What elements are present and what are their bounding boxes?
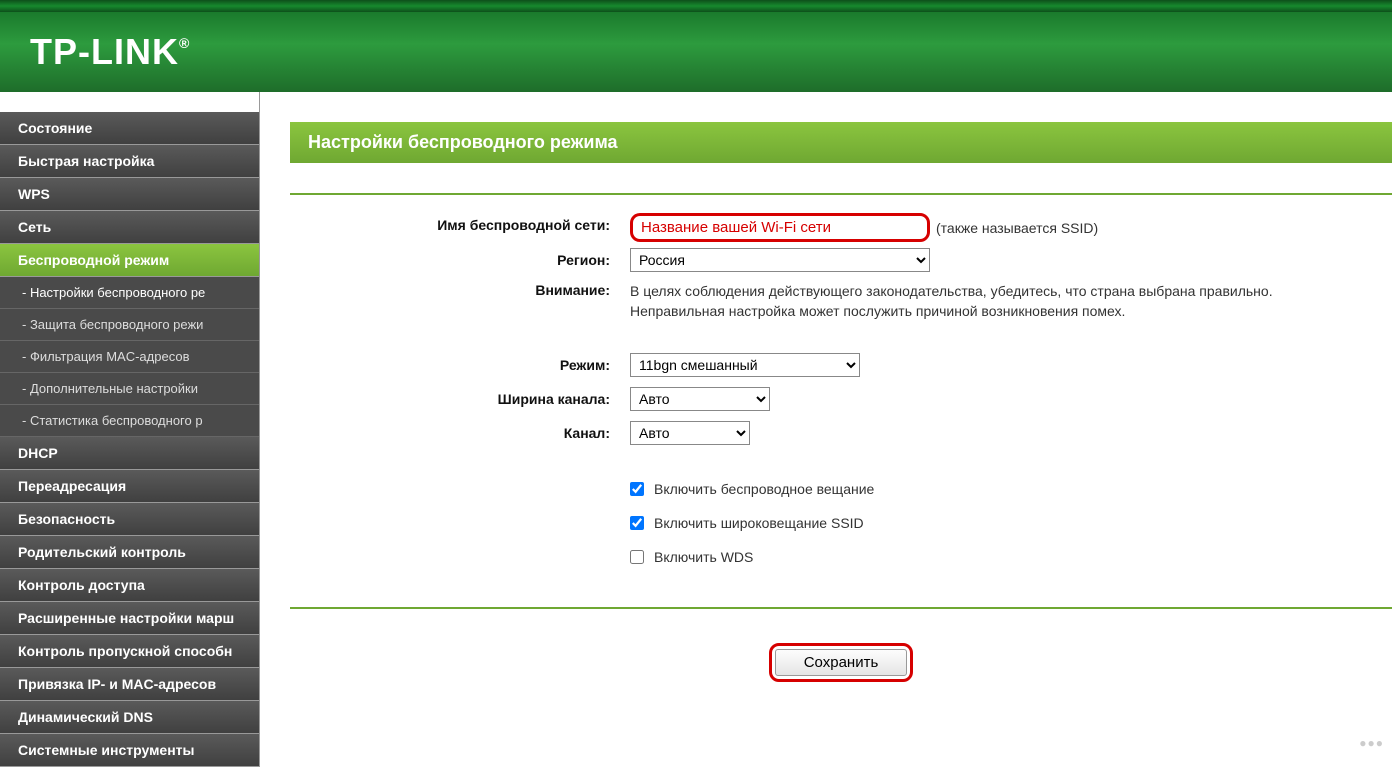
sidebar-item-access-control[interactable]: Контроль доступа — [0, 569, 259, 602]
sidebar-item-label: Безопасность — [18, 511, 115, 527]
sidebar-item-dhcp[interactable]: DHCP — [0, 437, 259, 470]
sidebar-item-wireless[interactable]: Беспроводной режим — [0, 244, 259, 277]
sidebar-item-label: Контроль доступа — [18, 577, 145, 593]
sidebar-item-label: DHCP — [18, 445, 58, 461]
top-accent-bar — [0, 0, 1392, 12]
sidebar-item-parental[interactable]: Родительский контроль — [0, 536, 259, 569]
sidebar-item-label: Быстрая настройка — [18, 153, 154, 169]
ssid-hint: (также называется SSID) — [936, 220, 1098, 236]
save-button-label: Сохранить — [804, 654, 879, 671]
sidebar-item-label: Беспроводной режим — [18, 252, 169, 268]
sidebar-sub-wireless-security[interactable]: - Защита беспроводного режи — [0, 309, 259, 341]
channel-width-select[interactable]: Авто — [630, 387, 770, 411]
sidebar-sub-mac-filter[interactable]: - Фильтрация MAC-адресов — [0, 341, 259, 373]
sidebar-item-label: Расширенные настройки марш — [18, 610, 234, 626]
sidebar: Состояние Быстрая настройка WPS Сеть Бес… — [0, 92, 260, 767]
warning-text: В целях соблюдения действующего законода… — [630, 282, 1310, 321]
sidebar-item-label: Переадресация — [18, 478, 126, 494]
sidebar-item-ddns[interactable]: Динамический DNS — [0, 701, 259, 734]
mode-label: Режим: — [290, 353, 630, 373]
warning-label: Внимание: — [290, 282, 630, 298]
content: Настройки беспроводного режима Имя беспр… — [260, 92, 1392, 767]
sidebar-item-label: Динамический DNS — [18, 709, 153, 725]
sidebar-sub-wireless-settings[interactable]: - Настройки беспроводного ре — [0, 277, 259, 309]
channel-select[interactable]: Авто — [630, 421, 750, 445]
sidebar-item-label: Привязка IP- и MAC-адресов — [18, 676, 216, 692]
sidebar-item-label: Системные инструменты — [18, 742, 195, 758]
sidebar-item-label: - Статистика беспроводного р — [22, 413, 203, 428]
ssid-broadcast-checkbox[interactable] — [630, 516, 644, 530]
wds-label: Включить WDS — [654, 549, 753, 565]
sidebar-item-label: - Фильтрация MAC-адресов — [22, 349, 189, 364]
sidebar-item-label: - Настройки беспроводного ре — [22, 285, 205, 300]
sidebar-item-status[interactable]: Состояние — [0, 112, 259, 145]
sidebar-item-label: Сеть — [18, 219, 51, 235]
wds-checkbox[interactable] — [630, 550, 644, 564]
brand-mark: ® — [179, 35, 190, 51]
brand-logo: TP-LINK® — [30, 31, 190, 73]
sidebar-item-label: WPS — [18, 186, 50, 202]
sidebar-item-ip-mac-binding[interactable]: Привязка IP- и MAC-адресов — [0, 668, 259, 701]
sidebar-item-label: Контроль пропускной способн — [18, 643, 232, 659]
save-button[interactable]: Сохранить — [775, 649, 908, 676]
region-label: Регион: — [290, 248, 630, 268]
channel-label: Канал: — [290, 421, 630, 441]
save-highlight: Сохранить — [769, 643, 914, 682]
sidebar-item-security[interactable]: Безопасность — [0, 503, 259, 536]
ssid-label: Имя беспроводной сети: — [290, 213, 630, 233]
header: TP-LINK® — [0, 12, 1392, 92]
region-select[interactable]: Россия — [630, 248, 930, 272]
sidebar-item-forwarding[interactable]: Переадресация — [0, 470, 259, 503]
sidebar-item-system-tools[interactable]: Системные инструменты — [0, 734, 259, 767]
sidebar-item-label: - Дополнительные настройки — [22, 381, 198, 396]
brand-text: TP-LINK — [30, 31, 179, 72]
width-label: Ширина канала: — [290, 387, 630, 407]
sidebar-spacer — [0, 92, 259, 112]
ssid-input[interactable] — [630, 213, 930, 242]
mode-select[interactable]: 11bgn смешанный — [630, 353, 860, 377]
sidebar-item-quicksetup[interactable]: Быстрая настройка — [0, 145, 259, 178]
sidebar-item-network[interactable]: Сеть — [0, 211, 259, 244]
sidebar-item-wps[interactable]: WPS — [0, 178, 259, 211]
broadcast-label: Включить беспроводное вещание — [654, 481, 874, 497]
sidebar-item-bandwidth[interactable]: Контроль пропускной способн — [0, 635, 259, 668]
sidebar-sub-advanced[interactable]: - Дополнительные настройки — [0, 373, 259, 405]
sidebar-sub-wireless-stats[interactable]: - Статистика беспроводного р — [0, 405, 259, 437]
divider-bottom — [290, 607, 1392, 609]
panel-title: Настройки беспроводного режима — [290, 122, 1392, 163]
resize-grip-icon: ●●● — [1359, 736, 1384, 750]
sidebar-item-label: - Защита беспроводного режи — [22, 317, 203, 332]
sidebar-item-label: Родительский контроль — [18, 544, 186, 560]
divider — [290, 193, 1392, 195]
sidebar-item-routing[interactable]: Расширенные настройки марш — [0, 602, 259, 635]
sidebar-item-label: Состояние — [18, 120, 92, 136]
broadcast-checkbox[interactable] — [630, 482, 644, 496]
ssid-broadcast-label: Включить широковещание SSID — [654, 515, 864, 531]
